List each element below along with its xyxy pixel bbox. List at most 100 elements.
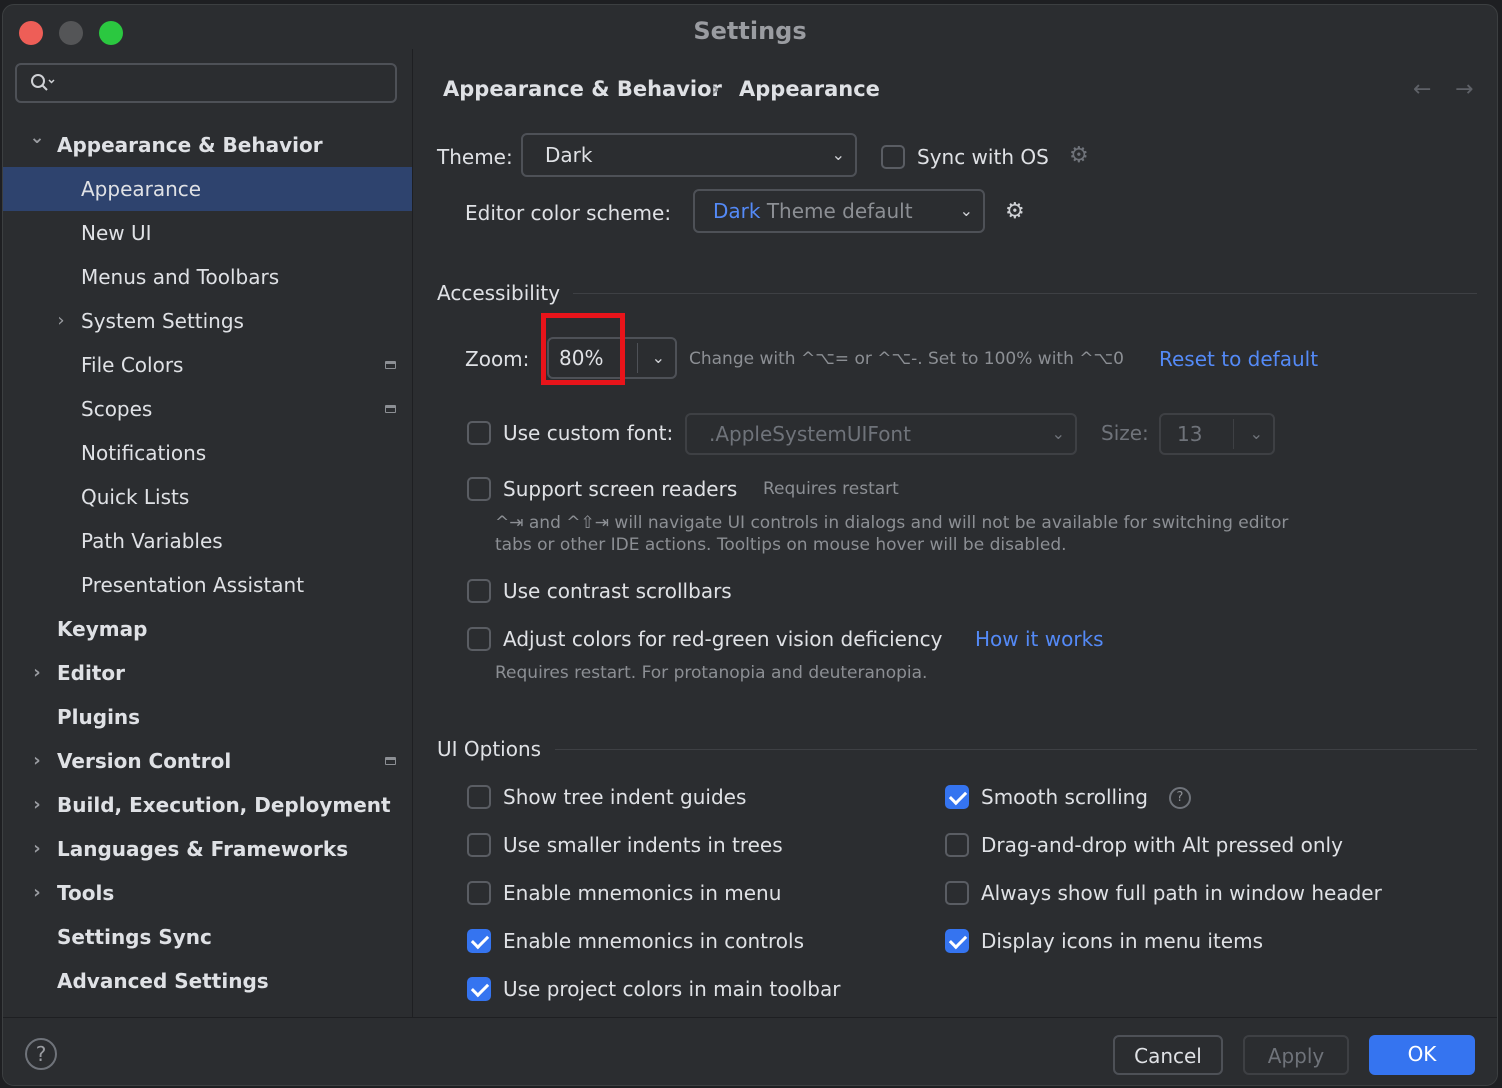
help-button[interactable]: ? [25, 1038, 57, 1070]
option-checkbox[interactable] [467, 929, 491, 953]
ui-options-heading: UI Options [437, 737, 542, 761]
breadcrumb-parent[interactable]: Appearance & Behavior [443, 77, 722, 101]
settings-sidebar: ⌄ Appearance & Behavior Appearance New UI Me… [3, 49, 413, 1017]
sidebar-item-label: File Colors [81, 353, 184, 377]
search-input[interactable] [15, 63, 397, 103]
sidebar-item-quick-lists[interactable]: Quick Lists [3, 475, 412, 519]
sidebar-item-plugins[interactable]: Plugins [3, 695, 412, 739]
sidebar-item-settings-sync[interactable]: Settings Sync [3, 915, 412, 959]
sidebar-item-languages-frameworks[interactable]: › Languages & Frameworks [3, 827, 412, 871]
contrast-scrollbars-label: Use contrast scrollbars [503, 579, 732, 603]
chevron-down-icon: ⌄ [959, 201, 973, 220]
sidebar-item-appearance-behavior[interactable]: ⌄ Appearance & Behavior [3, 123, 412, 167]
screen-readers-checkbox[interactable] [467, 477, 491, 501]
sidebar-item-appearance[interactable]: Appearance [3, 167, 412, 211]
screen-readers-label: Support screen readers [503, 477, 738, 501]
color-scheme-dropdown[interactable]: Dark Theme default ⌄ [693, 189, 985, 233]
sidebar-item-editor[interactable]: › Editor [3, 651, 412, 695]
option-label: Enable mnemonics in menu [503, 881, 782, 905]
sidebar-item-tools[interactable]: › Tools [3, 871, 412, 915]
zoom-label: Zoom: [465, 347, 530, 371]
how-it-works-link[interactable]: How it works [975, 627, 1104, 651]
option-checkbox[interactable] [945, 833, 969, 857]
theme-dropdown[interactable]: Dark ⌄ [521, 133, 857, 177]
option-checkbox[interactable] [467, 833, 491, 857]
sidebar-item-label: Languages & Frameworks [57, 837, 349, 861]
sidebar-item-presentation-assistant[interactable]: Presentation Assistant [3, 563, 412, 607]
apply-button[interactable]: Apply [1243, 1035, 1349, 1075]
chevron-right-icon[interactable]: › [27, 827, 47, 871]
sidebar-item-label: Presentation Assistant [81, 573, 305, 597]
option-checkbox[interactable] [945, 881, 969, 905]
screen-readers-note-line2: tabs or other IDE actions. Tooltips on m… [495, 535, 1067, 555]
chevron-down-icon: ⌄ [831, 145, 845, 164]
chevron-right-icon[interactable]: › [51, 299, 71, 343]
back-arrow-icon[interactable]: ← [1413, 77, 1431, 102]
sidebar-item-label: Plugins [57, 705, 141, 729]
sidebar-item-notifications[interactable]: Notifications [3, 431, 412, 475]
project-level-icon [385, 405, 396, 413]
sidebar-item-file-colors[interactable]: File Colors [3, 343, 412, 387]
custom-font-label: Use custom font: [503, 421, 674, 445]
chevron-down-icon[interactable]: ⌄ [27, 123, 47, 153]
settings-content: Appearance & Behavior › Appearance ← → T… [413, 49, 1497, 1017]
section-divider [573, 293, 1477, 294]
sidebar-item-label: Quick Lists [81, 485, 190, 509]
sidebar-item-label: System Settings [81, 309, 244, 333]
color-deficiency-label: Adjust colors for red-green vision defic… [503, 627, 943, 651]
option-label: Enable mnemonics in controls [503, 929, 805, 953]
ok-button[interactable]: OK [1369, 1035, 1475, 1075]
sidebar-item-label: Version Control [57, 749, 232, 773]
sidebar-item-label: Menus and Toolbars [81, 265, 280, 289]
sidebar-item-label: New UI [81, 221, 152, 245]
breadcrumb-separator: › [711, 77, 720, 101]
option-label: Display icons in menu items [981, 929, 1264, 953]
sidebar-item-new-ui[interactable]: New UI [3, 211, 412, 255]
sidebar-item-label: Tools [57, 881, 115, 905]
chevron-right-icon[interactable]: › [27, 871, 47, 915]
custom-font-checkbox[interactable] [467, 421, 491, 445]
sync-with-os-checkbox[interactable] [881, 145, 905, 169]
contrast-scrollbars-checkbox[interactable] [467, 579, 491, 603]
sidebar-item-scopes[interactable]: Scopes [3, 387, 412, 431]
sidebar-item-label: Notifications [81, 441, 207, 465]
help-icon[interactable]: ? [1169, 787, 1191, 809]
option-checkbox[interactable] [945, 929, 969, 953]
sidebar-item-keymap[interactable]: Keymap [3, 607, 412, 651]
window-title: Settings [693, 17, 807, 45]
sidebar-item-version-control[interactable]: › Version Control [3, 739, 412, 783]
chevron-down-icon[interactable]: ⌄ [652, 339, 665, 377]
size-combobox[interactable]: 13 ⌄ [1159, 413, 1275, 455]
color-deficiency-note: Requires restart. For protanopia and deu… [495, 663, 928, 683]
theme-label: Theme: [437, 145, 513, 169]
option-checkbox[interactable] [467, 881, 491, 905]
chevron-right-icon[interactable]: › [27, 651, 47, 695]
chevron-right-icon[interactable]: › [27, 783, 47, 827]
color-deficiency-checkbox[interactable] [467, 627, 491, 651]
font-dropdown[interactable]: .AppleSystemUIFont ⌄ [685, 413, 1077, 455]
section-divider [555, 749, 1477, 750]
gear-icon[interactable]: ⚙ [1005, 199, 1025, 224]
option-checkbox[interactable] [467, 977, 491, 1001]
sidebar-item-path-variables[interactable]: Path Variables [3, 519, 412, 563]
gear-icon[interactable]: ⚙ [1069, 143, 1089, 168]
sidebar-item-system-settings[interactable]: › System Settings [3, 299, 412, 343]
chevron-right-icon[interactable]: › [27, 739, 47, 783]
cancel-button[interactable]: Cancel [1113, 1035, 1223, 1075]
theme-value: Dark [545, 143, 593, 167]
option-label: Drag-and-drop with Alt pressed only [981, 833, 1343, 857]
option-checkbox[interactable] [945, 785, 969, 809]
forward-arrow-icon[interactable]: → [1455, 77, 1473, 102]
option-label: Use smaller indents in trees [503, 833, 783, 857]
size-value: 13 [1177, 422, 1203, 446]
sidebar-item-label: Advanced Settings [57, 969, 269, 993]
sidebar-item-build-execution-deployment[interactable]: › Build, Execution, Deployment [3, 783, 412, 827]
sidebar-item-menus-and-toolbars[interactable]: Menus and Toolbars [3, 255, 412, 299]
combo-divider [1233, 419, 1234, 449]
sidebar-item-advanced-settings[interactable]: Advanced Settings [3, 959, 412, 1003]
option-label: Smooth scrolling [981, 785, 1149, 809]
reset-to-default-link[interactable]: Reset to default [1159, 347, 1318, 371]
sync-with-os-label: Sync with OS [917, 145, 1049, 169]
option-checkbox[interactable] [467, 785, 491, 809]
combo-divider [637, 343, 638, 373]
